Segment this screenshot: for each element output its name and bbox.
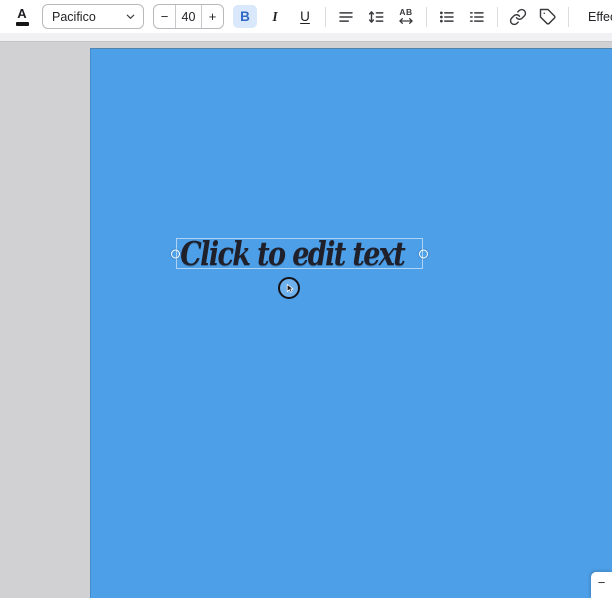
numbered-list-button[interactable] [465, 5, 489, 29]
font-family-value: Pacifico [52, 9, 96, 24]
click-indicator [278, 277, 300, 299]
text-format-toolbar: A Pacifico − 40 + B I U AB Effe [0, 0, 612, 33]
line-spacing-button[interactable] [364, 5, 388, 29]
decrease-font-size-button[interactable]: − [154, 5, 175, 28]
underline-button[interactable]: U [293, 5, 317, 28]
toolbar-divider [426, 6, 427, 27]
bullet-list-button[interactable] [435, 5, 459, 29]
text-align-button[interactable] [334, 5, 358, 29]
link-icon [509, 8, 527, 25]
editor-workspace: Click to edit text − [0, 43, 612, 598]
chevron-down-icon [126, 14, 135, 19]
line-spacing-icon [368, 10, 384, 23]
font-color-swatch [15, 21, 29, 26]
design-canvas[interactable]: Click to edit text [90, 48, 612, 598]
toolbar-divider [325, 6, 326, 27]
bullet-list-icon [439, 10, 454, 23]
toolbar-divider [568, 6, 569, 27]
tag-icon [539, 8, 556, 25]
zoom-out-button[interactable]: − [591, 572, 612, 598]
tag-button[interactable] [536, 5, 560, 29]
letter-spacing-icon: AB [398, 8, 414, 25]
increase-font-size-button[interactable]: + [202, 5, 223, 28]
font-color-icon: A [17, 5, 27, 21]
link-button[interactable] [506, 5, 530, 29]
effects-button[interactable]: Effects [577, 5, 612, 29]
align-text-icon [339, 11, 353, 22]
toolbar-shadow-strip [0, 33, 612, 42]
toolbar-divider [497, 6, 498, 27]
numbered-list-icon [469, 11, 484, 22]
selection-handle-left[interactable] [171, 249, 180, 258]
canvas-text[interactable]: Click to edit text [177, 237, 406, 270]
font-size-value[interactable]: 40 [175, 5, 202, 28]
font-family-select[interactable]: Pacifico [42, 4, 144, 29]
selection-handle-right[interactable] [419, 249, 428, 258]
text-selection-box: Click to edit text [171, 237, 428, 270]
letter-spacing-button[interactable]: AB [394, 5, 418, 29]
font-color-button[interactable]: A [10, 5, 34, 29]
bold-button[interactable]: B [233, 5, 257, 28]
italic-button[interactable]: I [263, 5, 287, 28]
cursor-icon [286, 283, 294, 293]
font-size-stepper: − 40 + [153, 4, 224, 29]
